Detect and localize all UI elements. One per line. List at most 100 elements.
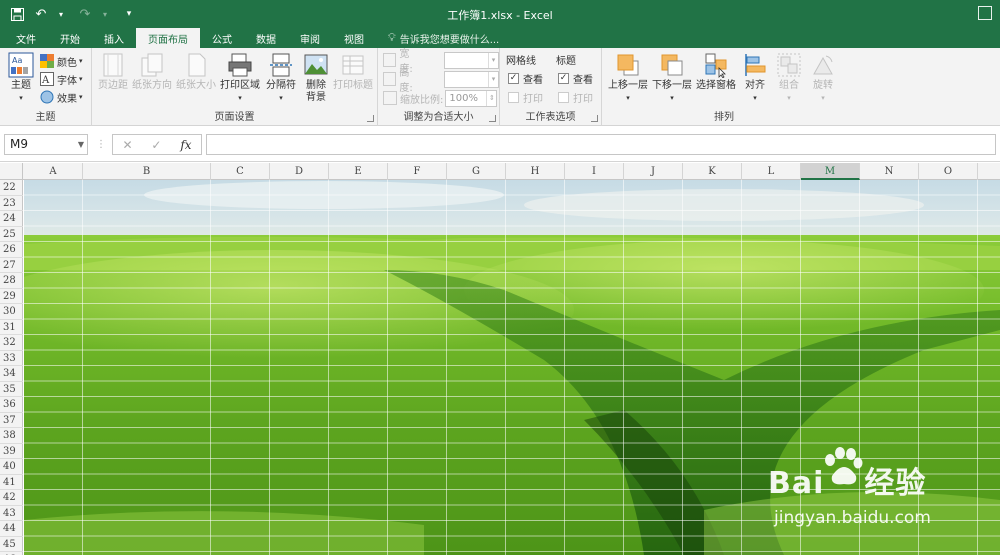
row-header-24[interactable]: 24 bbox=[0, 211, 23, 227]
column-header-i[interactable]: I bbox=[565, 163, 624, 180]
headings-view-checkbox[interactable]: ✓ 查看 bbox=[558, 69, 593, 87]
group-button[interactable]: 组合 ▾ bbox=[774, 52, 804, 104]
formula-input[interactable] bbox=[206, 134, 996, 155]
tab-insert[interactable]: 插入 bbox=[92, 28, 136, 48]
column-header-o[interactable]: O bbox=[919, 163, 978, 180]
print-area-icon bbox=[228, 53, 252, 77]
insert-function-icon[interactable]: fx bbox=[180, 138, 191, 152]
group-label: 组合 bbox=[779, 80, 799, 91]
bring-forward-button[interactable]: 上移一层 ▾ bbox=[606, 52, 650, 104]
tab-formulas[interactable]: 公式 bbox=[200, 28, 244, 48]
column-header-m[interactable]: M bbox=[801, 163, 860, 180]
row-header-45[interactable]: 45 bbox=[0, 537, 23, 552]
formula-buttons: ✕ ✓ fx bbox=[112, 134, 202, 155]
row-header-44[interactable]: 44 bbox=[0, 521, 23, 537]
row-header-43[interactable]: 43 bbox=[0, 506, 23, 521]
column-header-d[interactable]: D bbox=[270, 163, 329, 180]
rotate-button[interactable]: 旋转 ▾ bbox=[808, 52, 838, 104]
column-header-n[interactable]: N bbox=[860, 163, 919, 180]
align-dropdown-icon: ▾ bbox=[753, 94, 757, 102]
column-header-e[interactable]: E bbox=[329, 163, 388, 180]
chevron-down-icon: ▾ bbox=[488, 71, 498, 87]
row-header-42[interactable]: 42 bbox=[0, 490, 23, 506]
column-header-k[interactable]: K bbox=[683, 163, 742, 180]
row-header-39[interactable]: 39 bbox=[0, 444, 23, 459]
theme-colors-button[interactable]: 颜色 ▾ bbox=[40, 52, 83, 70]
column-header-g[interactable]: G bbox=[447, 163, 506, 180]
column-header-h[interactable]: H bbox=[506, 163, 565, 180]
scale-to-fit-group: 宽度: ▾ 高度: ▾ 缩放比例: 100% ⇕ 调整为合适大小 bbox=[378, 48, 500, 126]
height-select[interactable]: ▾ bbox=[443, 70, 499, 88]
selection-pane-button[interactable]: 选择窗格 bbox=[694, 52, 738, 92]
align-button[interactable]: 对齐 ▾ bbox=[740, 52, 770, 104]
gridlines-heading: 网格线 bbox=[506, 56, 536, 67]
cancel-icon[interactable]: ✕ bbox=[122, 138, 132, 152]
row-header-30[interactable]: 30 bbox=[0, 304, 23, 320]
sheet-options-launcher-icon[interactable] bbox=[591, 115, 598, 122]
column-header-l[interactable]: L bbox=[742, 163, 801, 180]
enter-icon[interactable]: ✓ bbox=[151, 138, 161, 152]
row-header-40[interactable]: 40 bbox=[0, 459, 23, 475]
column-header-j[interactable]: J bbox=[624, 163, 683, 180]
row-header-26[interactable]: 26 bbox=[0, 242, 23, 258]
row-header-33[interactable]: 33 bbox=[0, 351, 23, 366]
headings-view-label: 查看 bbox=[573, 74, 593, 86]
row-header-32[interactable]: 32 bbox=[0, 335, 23, 351]
gridlines-print-checkbox[interactable]: 打印 bbox=[508, 88, 543, 106]
scale-launcher-icon[interactable] bbox=[489, 115, 496, 122]
tell-me-box[interactable]: 💡︎ 告诉我您想要做什么... bbox=[376, 28, 511, 48]
theme-effects-button[interactable]: 效果 ▾ bbox=[40, 88, 83, 106]
page-setup-launcher-icon[interactable] bbox=[367, 115, 374, 122]
print-titles-button[interactable]: 打印标题 bbox=[332, 52, 374, 92]
themes-dropdown-icon: ▾ bbox=[19, 94, 23, 102]
row-header-23[interactable]: 23 bbox=[0, 196, 23, 211]
tell-me-text: 告诉我您想要做什么... bbox=[399, 34, 500, 46]
theme-fonts-button[interactable]: A 字体 ▾ bbox=[40, 70, 83, 88]
margins-button[interactable]: 页边距 bbox=[96, 52, 130, 92]
send-backward-label: 下移一层 bbox=[652, 80, 692, 91]
name-box[interactable]: M9 ▼ bbox=[4, 134, 88, 155]
orientation-button[interactable]: 纸张方向 bbox=[132, 52, 172, 92]
row-header-38[interactable]: 38 bbox=[0, 428, 23, 444]
row-header-28[interactable]: 28 bbox=[0, 273, 23, 289]
formula-bar-grip-icon[interactable]: ⋮ bbox=[96, 139, 106, 150]
themes-label: 主题 bbox=[11, 80, 31, 91]
row-header-29[interactable]: 29 bbox=[0, 289, 23, 304]
row-header-22[interactable]: 22 bbox=[0, 180, 23, 196]
themes-button[interactable]: Aa 主题 ▾ bbox=[4, 52, 38, 104]
column-header-a[interactable]: A bbox=[24, 163, 83, 180]
breaks-button[interactable]: 分隔符 ▾ bbox=[262, 52, 300, 104]
gridlines-view-checkbox[interactable]: ✓ 查看 bbox=[508, 69, 543, 87]
row-header-31[interactable]: 31 bbox=[0, 320, 23, 335]
row-header-35[interactable]: 35 bbox=[0, 382, 23, 397]
orientation-label: 纸张方向 bbox=[132, 80, 172, 91]
row-header-25[interactable]: 25 bbox=[0, 227, 23, 242]
row-header-41[interactable]: 41 bbox=[0, 475, 23, 490]
tab-view[interactable]: 视图 bbox=[332, 28, 376, 48]
tab-home[interactable]: 开始 bbox=[48, 28, 92, 48]
delete-background-button[interactable]: 删除 背景 bbox=[300, 52, 332, 104]
ribbon-display-options-icon[interactable] bbox=[978, 6, 992, 20]
scale-spinner[interactable]: 100% ⇕ bbox=[445, 89, 498, 107]
width-icon bbox=[383, 53, 397, 67]
size-button[interactable]: 纸张大小 bbox=[176, 52, 216, 92]
column-header-c[interactable]: C bbox=[211, 163, 270, 180]
row-header-34[interactable]: 34 bbox=[0, 366, 23, 382]
group-icon bbox=[777, 53, 801, 77]
name-box-value: M9 bbox=[10, 137, 28, 151]
send-backward-button[interactable]: 下移一层 ▾ bbox=[650, 52, 694, 104]
column-header-f[interactable]: F bbox=[388, 163, 447, 180]
row-header-36[interactable]: 36 bbox=[0, 397, 23, 413]
headings-print-checkbox[interactable]: 打印 bbox=[558, 88, 593, 106]
column-header-b[interactable]: B bbox=[83, 163, 211, 180]
row-header-37[interactable]: 37 bbox=[0, 413, 23, 428]
width-select[interactable]: ▾ bbox=[443, 51, 499, 69]
tab-data[interactable]: 数据 bbox=[244, 28, 288, 48]
tab-page-layout[interactable]: 页面布局 bbox=[136, 28, 200, 48]
watermark-logo-left: Bai bbox=[768, 466, 825, 501]
print-area-button[interactable]: 打印区域 ▾ bbox=[218, 52, 262, 104]
select-all-corner[interactable] bbox=[0, 163, 23, 180]
row-header-27[interactable]: 27 bbox=[0, 258, 23, 273]
tab-review[interactable]: 审阅 bbox=[288, 28, 332, 48]
tab-file[interactable]: 文件 bbox=[4, 28, 48, 48]
